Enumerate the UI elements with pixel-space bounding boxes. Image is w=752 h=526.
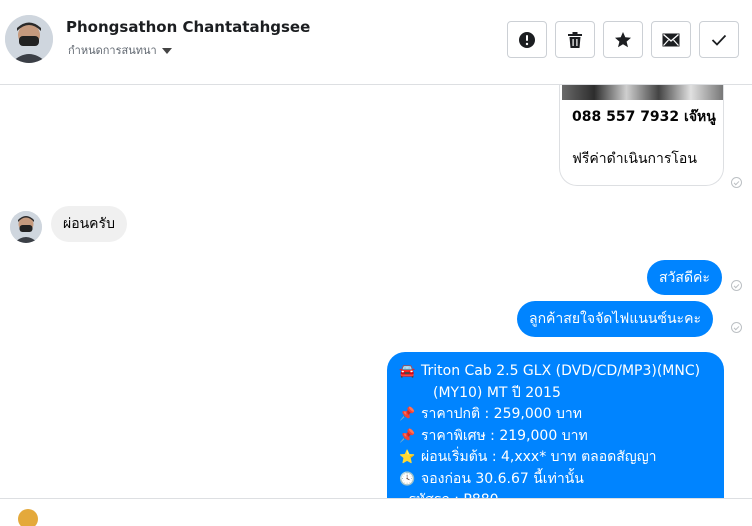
checkmark-icon (711, 34, 727, 46)
seen-indicator-icon (731, 177, 742, 188)
incoming-message-bubble[interactable]: ผ่อนครับ (51, 206, 127, 242)
page-avatar (18, 509, 38, 526)
star-button[interactable] (603, 21, 643, 58)
status-label: กำหนดการสนทนา (68, 44, 157, 57)
message-composer[interactable] (0, 498, 752, 526)
outgoing-long-message-bubble[interactable]: 🚘 Triton Cab 2.5 GLX (DVD/CD/MP3)(MNC) (M… (387, 352, 724, 498)
message-line: ราคาปกติ : 259,000 บาท (421, 406, 582, 422)
delete-button[interactable] (555, 21, 595, 58)
mark-unread-button[interactable] (651, 21, 691, 58)
conversation-header: Phongsathon Chantatahgsee กำหนดการสนทนา (0, 0, 752, 85)
outgoing-message-bubble[interactable]: สวัสดีค่ะ (647, 260, 722, 295)
car-icon: 🚘 (399, 364, 416, 379)
seen-indicator-icon (731, 322, 742, 333)
star-icon (615, 31, 631, 47)
exclamation-circle-icon (519, 31, 535, 48)
star-icon: ⭐ (399, 450, 416, 465)
message-line: จองก่อน 30.6.67 นี้เท่านั้น (421, 470, 584, 487)
message-line: ราคาพิเศษ : 219,000 บาท (421, 427, 588, 444)
card-image (562, 85, 723, 100)
pushpin-icon: 📌 (399, 428, 416, 444)
message-line: - รหัสรถ : P880 (399, 490, 499, 498)
contact-name[interactable]: Phongsathon Chantatahgsee (66, 18, 310, 36)
envelope-icon (662, 33, 680, 46)
sender-avatar[interactable] (10, 211, 42, 243)
message-thread[interactable]: 088 557 7932 เจ๊หนู ฟรีค่าดำเนินการโอน ผ… (0, 85, 752, 498)
trash-icon (568, 31, 582, 48)
conversation-status-dropdown[interactable]: กำหนดการสนทนา (68, 41, 172, 59)
message-line: Triton Cab 2.5 GLX (DVD/CD/MP3)(MNC) (421, 363, 701, 379)
card-phone-text: 088 557 7932 เจ๊หนู (572, 109, 716, 125)
mark-spam-button[interactable] (507, 21, 547, 58)
chevron-down-icon (161, 47, 172, 54)
pushpin-icon: 📌 (399, 407, 416, 422)
message-line: ผ่อนเริ่มต้น : 4,xxx* บาท ตลอดสัญญา (421, 449, 657, 465)
mark-done-button[interactable] (699, 21, 739, 58)
seen-indicator-icon (731, 280, 742, 291)
shared-post-card[interactable]: 088 557 7932 เจ๊หนู ฟรีค่าดำเนินการโอน (559, 85, 724, 186)
clock-icon: 🕓 (399, 471, 416, 487)
card-note-text: ฟรีค่าดำเนินการโอน (572, 151, 697, 167)
message-line: (MY10) MT ปี 2015 (433, 384, 561, 401)
contact-avatar[interactable] (5, 15, 53, 63)
outgoing-message-bubble[interactable]: ลูกค้าสยใจจัดไฟแนนซ์นะคะ (517, 301, 713, 337)
